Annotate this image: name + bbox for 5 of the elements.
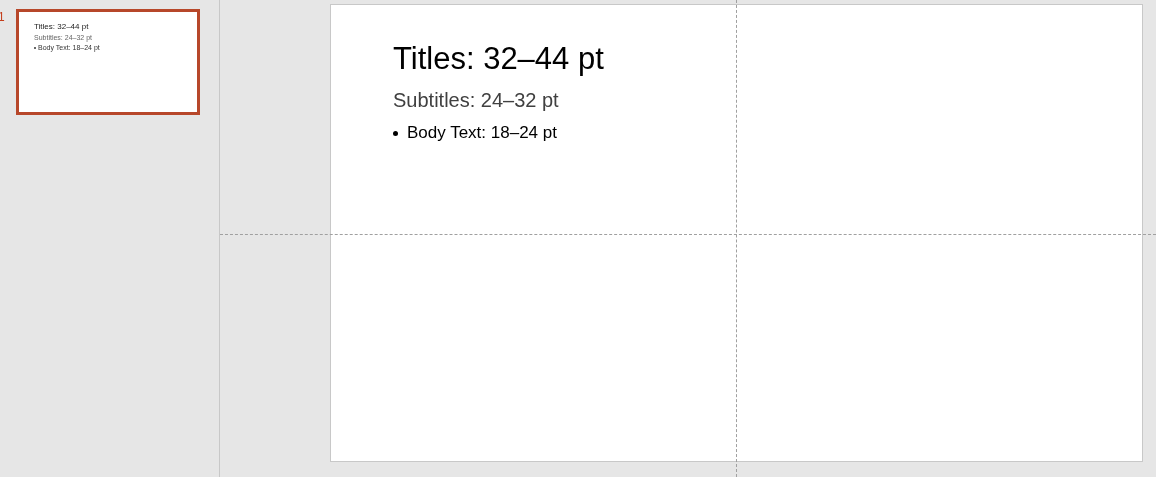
thumbnail-title: Titles: 32–44 pt bbox=[34, 22, 90, 31]
slide-title[interactable]: Titles: 32–44 pt bbox=[393, 39, 604, 79]
slide-subtitle[interactable]: Subtitles: 24–32 pt bbox=[393, 87, 559, 113]
bullet-icon bbox=[393, 130, 398, 136]
bullet-text[interactable]: Body Text: 18–24 pt bbox=[407, 123, 557, 143]
